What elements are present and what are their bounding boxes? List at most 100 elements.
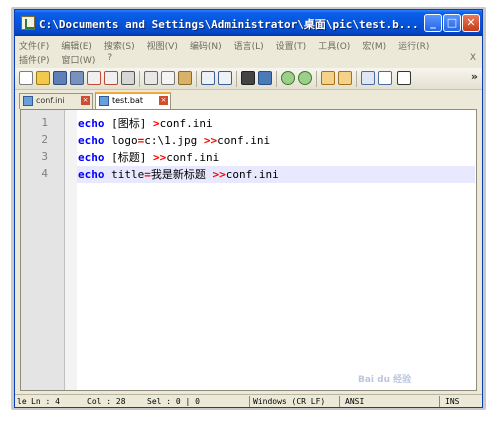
assign-operator: = — [144, 168, 151, 181]
menu-encoding[interactable]: 编码(N) — [190, 39, 222, 52]
code-text: conf.ini — [225, 168, 279, 181]
status-column: Col : 28 — [87, 397, 126, 406]
new-file-icon[interactable] — [19, 71, 33, 85]
close-document-button[interactable]: X — [470, 53, 476, 63]
toolbar-separator — [196, 71, 197, 87]
menu-edit[interactable]: 编辑(E) — [61, 39, 92, 52]
tab-conf-ini[interactable]: conf.ini × — [19, 93, 93, 109]
code-text: c:\1.jpg — [144, 134, 204, 147]
toolbar: » — [15, 68, 482, 90]
replace-icon[interactable] — [258, 71, 272, 85]
menu-file[interactable]: 文件(F) — [19, 39, 49, 52]
toolbar-separator — [356, 71, 357, 87]
notepad-app-icon[interactable] — [21, 16, 35, 30]
indent-guide-icon[interactable] — [397, 71, 411, 85]
document-icon — [99, 96, 109, 106]
close-all-icon[interactable] — [104, 71, 118, 85]
title-bar[interactable]: C:\Documents and Settings\Administrator\… — [15, 10, 482, 36]
redo-icon[interactable] — [218, 71, 232, 85]
close-button[interactable]: ✕ — [462, 14, 480, 32]
editor-area[interactable]: 1 2 3 4 echo [图标] >conf.ini echo logo=c:… — [20, 109, 477, 391]
line-number: 2 — [41, 133, 48, 146]
menu-help[interactable]: ? — [107, 53, 112, 66]
open-file-icon[interactable] — [36, 71, 50, 85]
paste-icon[interactable] — [178, 71, 192, 85]
notepad-window: C:\Documents and Settings\Administrator\… — [14, 9, 483, 408]
code-text: conf.ini — [159, 117, 213, 130]
word-wrap-icon[interactable] — [361, 71, 375, 85]
line-number: 4 — [41, 167, 48, 180]
status-eol-format[interactable]: Windows (CR LF) — [253, 396, 337, 407]
redirect-operator: >> — [153, 151, 167, 164]
menu-plugins[interactable]: 插件(P) — [19, 53, 49, 66]
menu-tools[interactable]: 工具(O) — [318, 39, 350, 52]
status-encoding[interactable]: ANSI — [345, 396, 385, 407]
code-text: logo — [104, 134, 138, 147]
status-bar: le Ln : 4 Col : 28 Sel : 0 | 0 Windows (… — [15, 394, 482, 407]
tab-close-icon[interactable]: × — [159, 96, 168, 105]
sync-horizontal-icon[interactable] — [338, 71, 352, 85]
print-icon[interactable] — [121, 71, 135, 85]
find-icon[interactable] — [241, 71, 255, 85]
menu-bar: 文件(F) 编辑(E) 搜索(S) 视图(V) 编码(N) 语言(L) 设置(T… — [15, 36, 482, 68]
code-text: 我是新标题 — [150, 168, 213, 181]
redirect-operator: > — [153, 117, 160, 130]
code-text-area[interactable]: echo [图标] >conf.ini echo logo=c:\1.jpg >… — [77, 110, 475, 390]
code-text: conf.ini — [166, 151, 220, 164]
keyword: echo — [78, 168, 105, 181]
tab-test-bat[interactable]: test.bat × — [95, 92, 171, 109]
line-number-gutter[interactable]: 1 2 3 4 — [21, 110, 65, 390]
toolbar-separator — [139, 71, 140, 87]
cut-icon[interactable] — [144, 71, 158, 85]
menu-view[interactable]: 视图(V) — [147, 39, 178, 52]
menu-macro[interactable]: 宏(M) — [362, 39, 386, 52]
tab-label: conf.ini — [36, 96, 65, 105]
menu-window[interactable]: 窗口(W) — [61, 53, 95, 66]
keyword: echo — [78, 117, 105, 130]
keyword: echo — [78, 134, 105, 147]
code-line[interactable]: echo [图标] >conf.ini — [77, 115, 475, 132]
copy-icon[interactable] — [161, 71, 175, 85]
code-line-current[interactable]: echo title=我是新标题 >>conf.ini — [77, 166, 475, 183]
document-icon — [23, 96, 33, 106]
undo-icon[interactable] — [201, 71, 215, 85]
toolbar-separator — [316, 71, 317, 87]
status-line: Ln : 4 — [31, 397, 60, 406]
keyword: echo — [78, 151, 105, 164]
minimize-button[interactable]: _ — [424, 14, 442, 32]
zoom-in-icon[interactable] — [281, 71, 295, 85]
menu-row-secondary: 插件(P) 窗口(W) ? — [19, 53, 124, 66]
code-text: conf.ini — [217, 134, 271, 147]
menu-search[interactable]: 搜索(S) — [104, 39, 135, 52]
toolbar-separator — [236, 71, 237, 87]
zoom-out-icon[interactable] — [298, 71, 312, 85]
show-all-chars-icon[interactable] — [378, 71, 392, 85]
sync-vertical-icon[interactable] — [321, 71, 335, 85]
code-text: [图标] — [104, 117, 153, 130]
tab-bar: conf.ini × test.bat × — [15, 91, 482, 109]
menu-language[interactable]: 语言(L) — [234, 39, 264, 52]
close-icon[interactable] — [87, 71, 101, 85]
toolbar-separator — [276, 71, 277, 87]
code-line[interactable]: echo [标题] >>conf.ini — [77, 149, 475, 166]
menu-run[interactable]: 运行(R) — [398, 39, 429, 52]
code-text: [标题] — [104, 151, 153, 164]
menu-settings[interactable]: 设置(T) — [276, 39, 307, 52]
status-selection: Sel : 0 | 0 — [147, 397, 200, 406]
save-icon[interactable] — [53, 71, 67, 85]
line-number: 3 — [41, 150, 48, 163]
menu-row-primary: 文件(F) 编辑(E) 搜索(S) 视图(V) 编码(N) 语言(L) 设置(T… — [19, 39, 441, 52]
window-title: C:\Documents and Settings\Administrator\… — [39, 18, 419, 31]
line-number: 1 — [41, 116, 48, 129]
code-text: title — [104, 168, 145, 181]
status-separator — [339, 396, 340, 407]
toolbar-overflow-button[interactable]: » — [471, 70, 478, 83]
watermark-logo: Bai du 经验 — [358, 375, 412, 385]
code-line[interactable]: echo logo=c:\1.jpg >>conf.ini — [77, 132, 475, 149]
tab-close-icon[interactable]: × — [81, 96, 90, 105]
tab-label: test.bat — [112, 96, 144, 105]
fold-margin[interactable] — [65, 110, 77, 390]
save-all-icon[interactable] — [70, 71, 84, 85]
maximize-button[interactable]: □ — [443, 14, 461, 32]
redirect-operator: >> — [203, 134, 218, 147]
